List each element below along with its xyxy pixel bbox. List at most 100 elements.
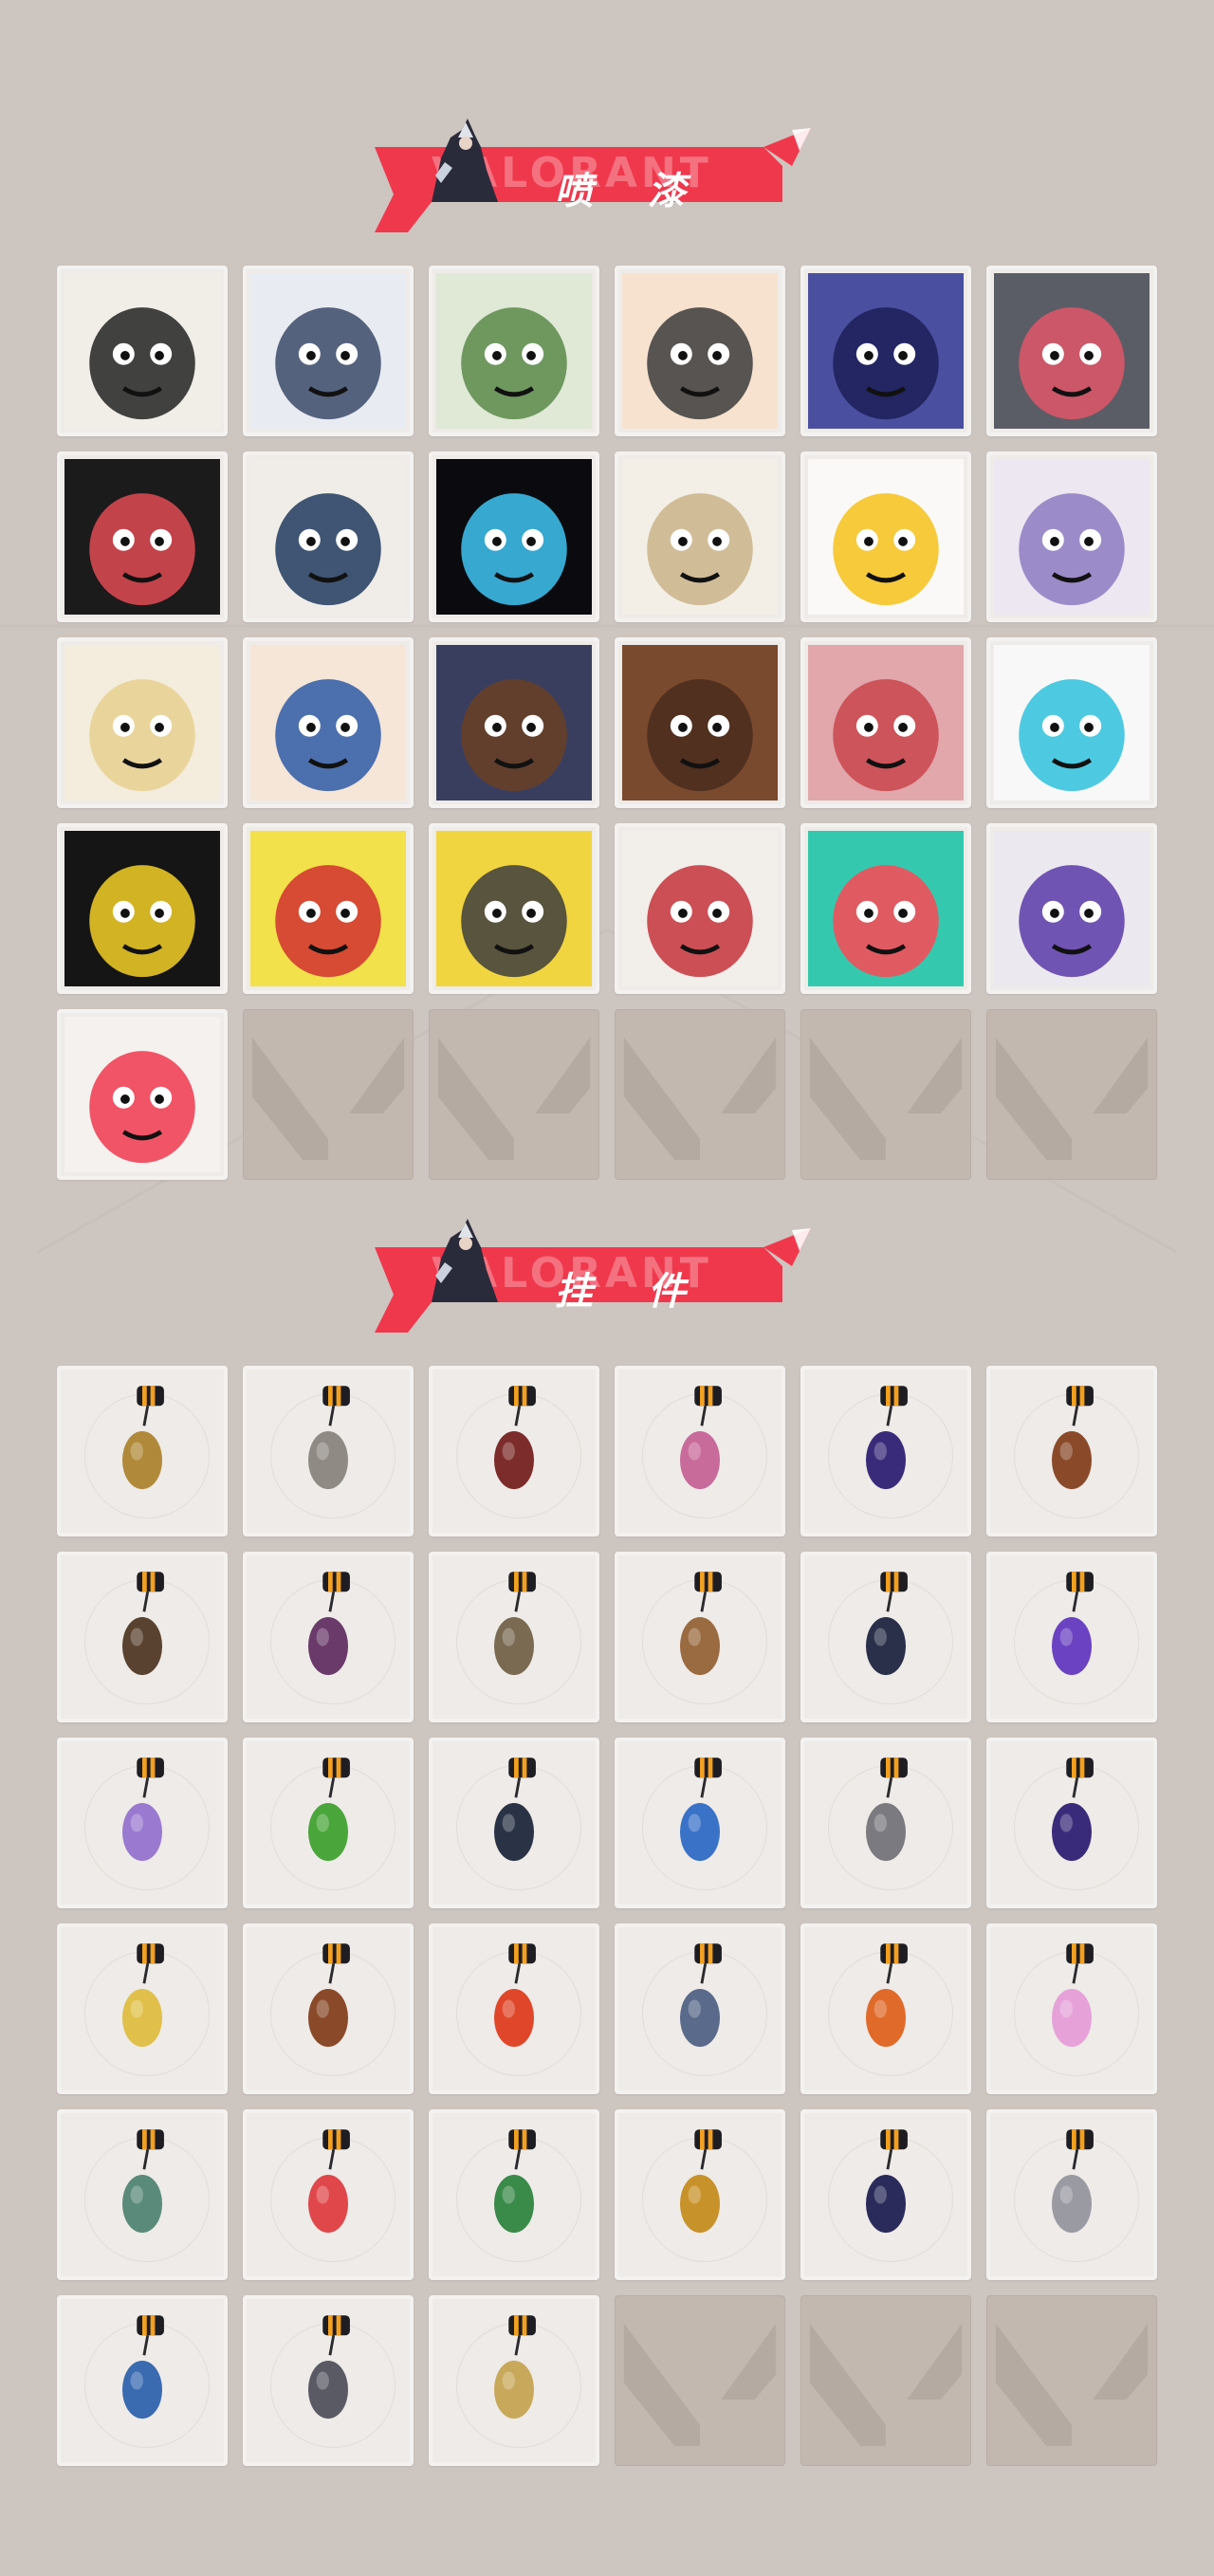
spray-tile[interactable] [615,823,785,994]
charm-tile[interactable] [243,2295,414,2466]
charm-tile[interactable] [800,1923,971,2094]
clip-icon [694,1943,722,1964]
spray-tile[interactable] [800,266,971,436]
charm-tile[interactable] [243,1366,414,1536]
valorant-logo-splash-spray-icon [808,831,964,986]
charm-tile[interactable] [57,1366,228,1536]
spray-tile[interactable] [615,637,785,808]
frog-hat-spray-icon [436,273,592,429]
clip-icon [137,2129,164,2150]
charm-tile[interactable] [615,1923,785,2094]
watermelon-slice-charm-icon [307,2129,350,2234]
clip-icon [137,1943,164,1964]
charm-tile[interactable] [615,1552,785,1722]
sunglasses-agent-spray-icon [436,645,592,800]
blue-cap-agent-spray-icon [250,645,406,800]
charm-tile[interactable] [243,1738,414,1908]
clip-icon [694,2129,722,2150]
blonde-agent-spray-icon [64,645,220,800]
spray-tile[interactable] [429,823,599,994]
charm-tile[interactable] [800,1552,971,1722]
spray-tile[interactable] [243,637,414,808]
spray-tile[interactable] [429,451,599,622]
clip-icon [694,1757,722,1778]
charm-tile[interactable] [57,1738,228,1908]
charm-tile[interactable] [800,2109,971,2280]
charm-tile[interactable] [429,1923,599,2094]
spray-tile[interactable] [57,451,228,622]
charm-tile[interactable] [986,1738,1157,1908]
blue-orb-spray-icon [994,645,1150,800]
ep9-medallion-charm-icon [865,1386,908,1490]
charm-tile[interactable] [243,2109,414,2280]
clip-icon [1066,1386,1094,1407]
valorant-logo-placeholder-icon [437,1037,591,1160]
charm-tile[interactable] [429,1552,599,1722]
charm-tile[interactable] [615,1738,785,1908]
spray-tile[interactable] [986,637,1157,808]
charm-tile[interactable] [57,1552,228,1722]
spray-tile[interactable] [57,823,228,994]
charm-tile[interactable] [800,1738,971,1908]
cupcake-charm-icon [679,1386,722,1490]
charm-tile[interactable] [429,2109,599,2280]
soda-can-charm-icon [493,2129,536,2234]
spray-tile[interactable] [429,637,599,808]
spray-tile[interactable] [57,637,228,808]
clip-icon [508,2315,536,2336]
spray-tile[interactable] [615,266,785,436]
charm-tile[interactable] [986,1552,1157,1722]
clip-icon [508,2129,536,2150]
spray-tile[interactable] [800,451,971,622]
spray-tile[interactable] [615,451,785,622]
charm-tile[interactable] [429,1366,599,1536]
charm-tile[interactable] [57,1923,228,2094]
spray-tile[interactable] [243,823,414,994]
charm-tile[interactable] [986,1366,1157,1536]
charm-tile[interactable] [57,2109,228,2280]
ufo-charm-icon [121,2315,164,2420]
spray-tile[interactable] [986,823,1157,994]
charm-tile[interactable] [429,1738,599,1908]
spray-tile[interactable] [429,266,599,436]
charm-tile[interactable] [243,1552,414,1722]
clip-icon [508,1386,536,1407]
sprays-grid [57,266,1157,1180]
pink-flower-charm-icon [1051,1943,1094,2048]
charm-tile[interactable] [986,1923,1157,2094]
purple-crystal-charm-icon [1051,1572,1094,1676]
charm-tile[interactable] [615,2109,785,2280]
spray-tile[interactable] [800,823,971,994]
charm-tile[interactable] [243,1923,414,2094]
spray-tile[interactable] [986,451,1157,622]
hat-agent-figure-charm-icon [493,1572,536,1676]
blue-hair-agent-spray-icon [808,273,964,429]
spray-tile[interactable] [800,637,971,808]
charm-tile[interactable] [615,1366,785,1536]
skewer-charm-icon [493,1943,536,2048]
charm-tile[interactable] [800,1366,971,1536]
ep9-medallion-dark-charm-icon [865,2129,908,2234]
charm-tile[interactable] [986,2109,1157,2280]
lava-lamp-charm-icon [121,1757,164,1862]
spray-tile[interactable] [243,451,414,622]
charms-title: 挂 件 [555,1270,707,1314]
gold-bear-charm-icon [121,1386,164,1490]
spray-tile[interactable] [57,1009,228,1180]
spray-tile[interactable] [986,266,1157,436]
penguin-beanie-spray-icon [250,273,406,429]
clip-icon [1066,2129,1094,2150]
silver-swirl-charm-icon [1051,2129,1094,2234]
spray-tile[interactable] [243,266,414,436]
teddy-bear-boxing-charm-icon [1051,1386,1094,1490]
bandana-bunny-spray-icon [250,831,406,986]
hot-air-balloon-charm-icon [865,1943,908,2048]
charm-tile[interactable] [429,2295,599,2466]
braided-rope-charm-icon [493,1386,536,1490]
charm-tile[interactable] [57,2295,228,2466]
valorant-logo-placeholder-icon [809,2323,963,2446]
clip-icon [137,1757,164,1778]
clip-icon [322,2129,350,2150]
spray-tile[interactable] [57,266,228,436]
radio-device-charm-icon [865,1757,908,1862]
